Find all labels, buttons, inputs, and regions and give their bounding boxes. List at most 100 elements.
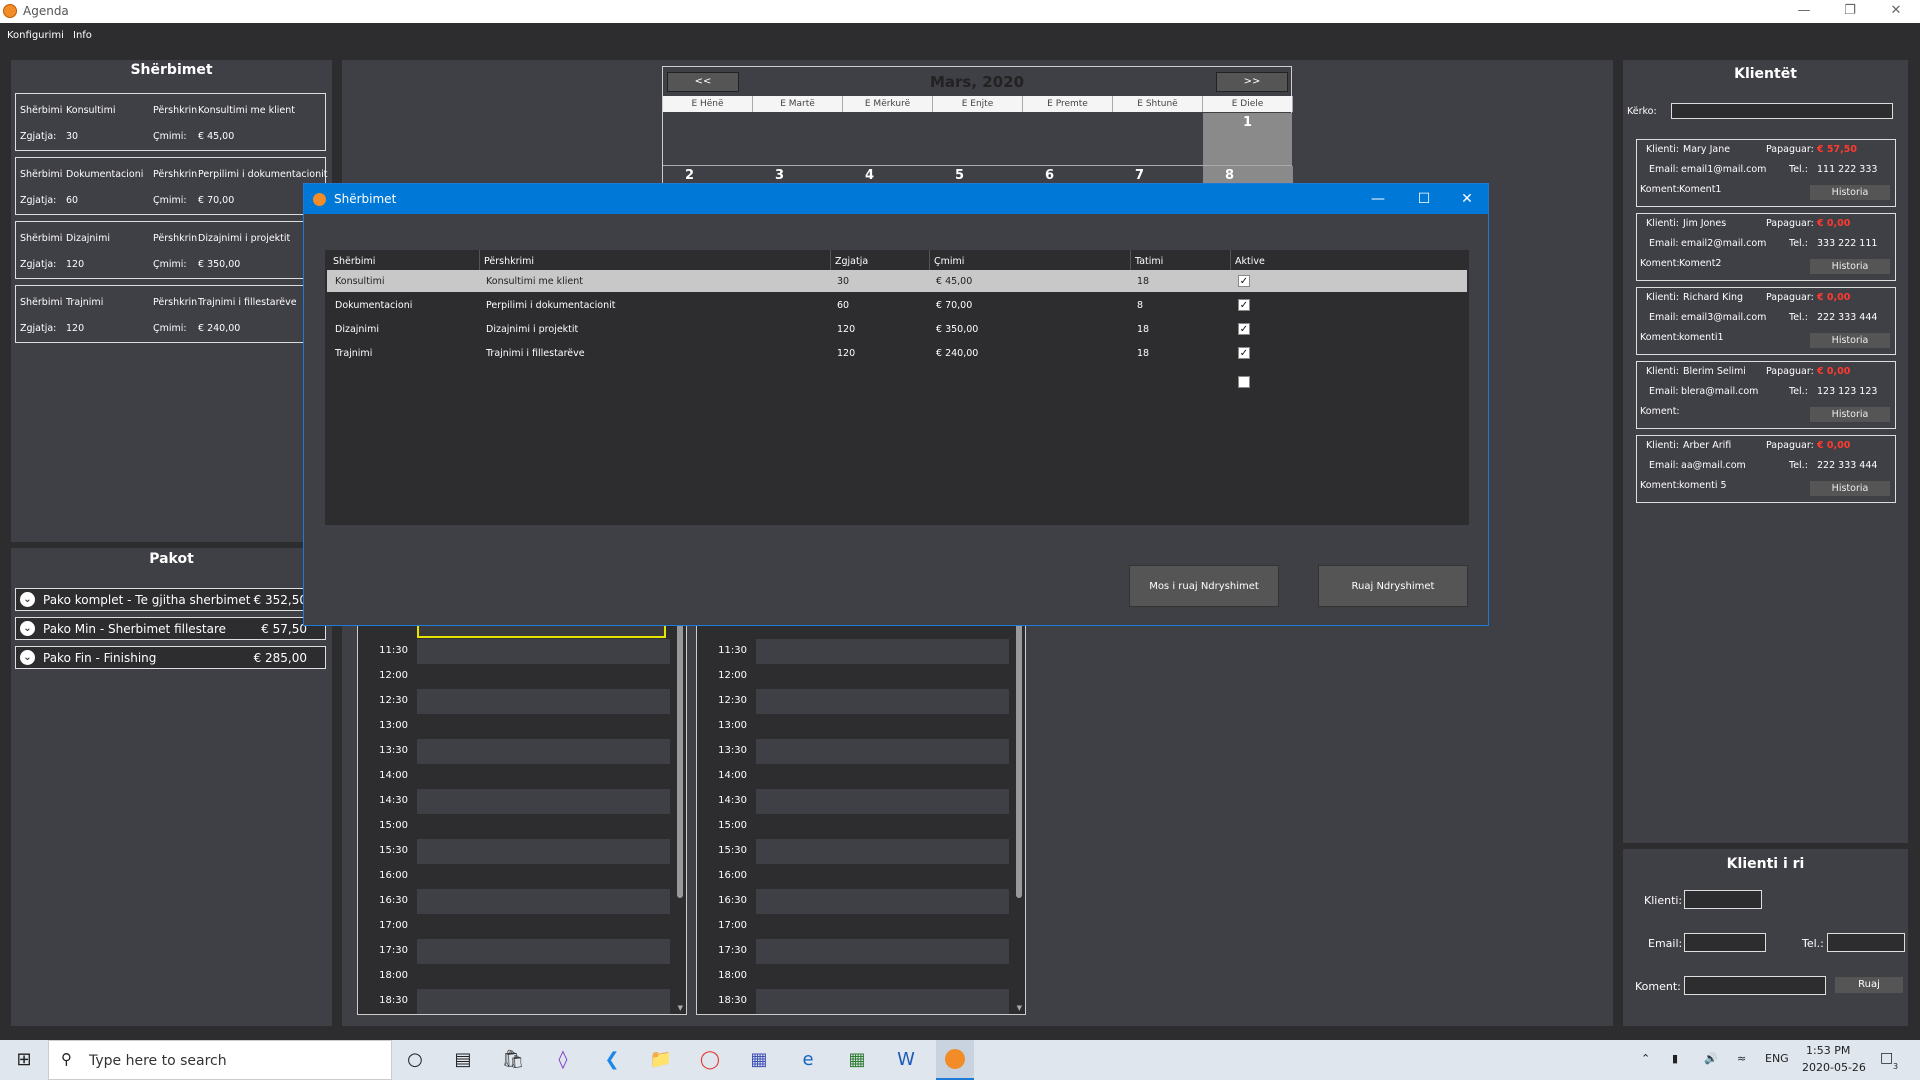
col-header-duration[interactable]: Zgjatja <box>835 256 868 267</box>
slot-cell[interactable] <box>756 939 1009 964</box>
time-slot[interactable]: 16:00 <box>358 864 678 889</box>
network-app-icon[interactable]: ▦ <box>747 1048 771 1072</box>
new-client-name-input[interactable] <box>1684 890 1762 909</box>
task-view-icon[interactable]: ▤ <box>451 1048 475 1072</box>
time-slot[interactable]: 12:00 <box>697 664 1017 689</box>
service-card[interactable]: Shërbimi Dizajnimi Përshkrin Dizajnimi i pr… <box>15 221 326 279</box>
dialog-minimize-button[interactable]: — <box>1355 184 1401 214</box>
service-card[interactable]: Shërbimi Dokumentacioni Përshkrin Perpilimi… <box>15 157 327 215</box>
new-client-tel-input[interactable] <box>1827 933 1905 952</box>
vscode-icon[interactable]: ❮ <box>600 1048 624 1072</box>
time-slot[interactable]: 14:00 <box>358 764 678 789</box>
active-checkbox[interactable]: ✓ <box>1238 275 1250 287</box>
cell-tax[interactable]: 18 <box>1137 324 1149 335</box>
taskbar-search[interactable]: ⚲ Type here to search <box>48 1040 392 1080</box>
col-header-price[interactable]: Çmimi <box>934 256 964 267</box>
time-slot[interactable]: 13:30 <box>697 739 1017 764</box>
cell-desc[interactable]: Konsultimi me klient <box>486 276 583 287</box>
client-card[interactable]: Klienti: Arber Arifi Papaguar: € 0,00 Email:… <box>1636 435 1896 503</box>
cell-duration[interactable]: 120 <box>837 348 855 359</box>
package-item[interactable]: ⌄ Pako komplet - Te gjitha sherbimet € 352… <box>15 588 326 611</box>
slot-cell[interactable] <box>417 914 670 939</box>
cell-service[interactable]: Dokumentacioni <box>335 300 412 311</box>
slot-cell[interactable] <box>756 764 1009 789</box>
slot-cell[interactable] <box>756 789 1009 814</box>
visual-studio-icon[interactable]: ◊ <box>551 1048 575 1072</box>
client-card[interactable]: Klienti: Richard King Papaguar: € 0,00 Email… <box>1636 287 1896 355</box>
chevron-down-icon[interactable]: ⌄ <box>20 592 35 607</box>
history-button[interactable]: Historia <box>1810 407 1890 422</box>
slot-cell[interactable] <box>756 664 1009 689</box>
cortana-icon[interactable]: ○ <box>403 1048 427 1072</box>
slot-cell[interactable] <box>756 989 1009 1014</box>
tray-chevron-up-icon[interactable]: ⌃ <box>1641 1052 1650 1065</box>
slot-cell[interactable] <box>417 839 670 864</box>
time-slot[interactable]: 17:00 <box>358 914 678 939</box>
slot-cell[interactable] <box>756 739 1009 764</box>
calendar-day-1[interactable]: 1 <box>1203 113 1292 165</box>
col-header-tax[interactable]: Tatimi <box>1135 256 1163 267</box>
time-slot[interactable]: 14:30 <box>358 789 678 814</box>
wifi-icon[interactable]: ≈ <box>1737 1052 1746 1065</box>
new-row-active-checkbox[interactable] <box>1238 376 1250 388</box>
service-card[interactable]: Shërbimi Konsultimi Përshkrin Konsultimi me… <box>15 93 326 151</box>
time-slot[interactable]: 13:00 <box>697 714 1017 739</box>
slot-cell[interactable] <box>756 839 1009 864</box>
cell-duration[interactable]: 30 <box>837 276 849 287</box>
cell-price[interactable]: € 70,00 <box>936 300 972 311</box>
file-explorer-icon[interactable]: 📁 <box>649 1048 673 1072</box>
notifications-icon[interactable]: □ <box>1880 1050 1893 1066</box>
clock-date[interactable]: 2020-05-26 <box>1802 1061 1866 1074</box>
cell-service[interactable]: Trajnimi <box>335 348 372 359</box>
slot-cell[interactable] <box>417 864 670 889</box>
save-changes-button[interactable]: Ruaj Ndryshimet <box>1318 565 1468 607</box>
cell-price[interactable]: € 350,00 <box>936 324 978 335</box>
slot-cell[interactable] <box>417 664 670 689</box>
active-checkbox[interactable]: ✓ <box>1238 299 1250 311</box>
time-slot[interactable]: 17:30 <box>697 939 1017 964</box>
active-checkbox[interactable]: ✓ <box>1238 347 1250 359</box>
slot-cell[interactable] <box>756 864 1009 889</box>
history-button[interactable]: Historia <box>1810 185 1890 200</box>
time-slot[interactable]: 18:00 <box>697 964 1017 989</box>
col-header-service[interactable]: Shërbimi <box>333 256 375 267</box>
volume-icon[interactable]: 🔊 <box>1704 1052 1718 1065</box>
col-header-desc[interactable]: Përshkrimi <box>484 256 534 267</box>
client-search-input[interactable] <box>1671 103 1893 119</box>
time-slot[interactable]: 13:00 <box>358 714 678 739</box>
time-slot[interactable]: 17:30 <box>358 939 678 964</box>
client-card[interactable]: Klienti: Jim Jones Papaguar: € 0,00 Email: em… <box>1636 213 1896 281</box>
store-icon[interactable]: 🛍 <box>501 1048 525 1072</box>
slot-cell[interactable] <box>417 739 670 764</box>
time-slot[interactable]: 16:30 <box>358 889 678 914</box>
time-slot[interactable]: 14:00 <box>697 764 1017 789</box>
time-slot[interactable]: 18:00 <box>358 964 678 989</box>
grid-row[interactable]: Konsultimi Konsultimi me klient 30 € 45,00 1… <box>327 270 1467 292</box>
slot-cell[interactable] <box>756 964 1009 989</box>
package-item[interactable]: ⌄ Pako Fin - Finishing € 285,00 <box>15 646 326 669</box>
slot-cell[interactable] <box>756 814 1009 839</box>
slot-cell[interactable] <box>417 989 670 1014</box>
history-button[interactable]: Historia <box>1810 259 1890 274</box>
time-slot[interactable]: 12:30 <box>697 689 1017 714</box>
windows-start-icon[interactable]: ⊞ <box>12 1048 36 1072</box>
grid-row[interactable]: Trajnimi Trajnimi i fillestarëve 120 € 240,… <box>327 342 1467 364</box>
slot-cell[interactable] <box>417 964 670 989</box>
cell-tax[interactable]: 8 <box>1137 300 1143 311</box>
cell-tax[interactable]: 18 <box>1137 348 1149 359</box>
slot-cell[interactable] <box>756 889 1009 914</box>
dialog-close-button[interactable]: ✕ <box>1444 184 1490 214</box>
cell-price[interactable]: € 240,00 <box>936 348 978 359</box>
time-slot[interactable]: 17:00 <box>697 914 1017 939</box>
time-slot[interactable]: 16:00 <box>697 864 1017 889</box>
time-slot[interactable]: 15:00 <box>697 814 1017 839</box>
service-card[interactable]: Shërbimi Trajnimi Përshkrin Trajnimi i fill… <box>15 285 326 343</box>
slot-cell[interactable] <box>417 639 670 664</box>
cell-desc[interactable]: Trajnimi i fillestarëve <box>486 348 585 359</box>
slot-cell[interactable] <box>756 714 1009 739</box>
scroll-down-icon[interactable]: ▼ <box>1017 1004 1022 1012</box>
time-slot[interactable]: 14:30 <box>697 789 1017 814</box>
history-button[interactable]: Historia <box>1810 481 1890 496</box>
history-button[interactable]: Historia <box>1810 333 1890 348</box>
edge-icon[interactable]: e <box>796 1048 820 1072</box>
